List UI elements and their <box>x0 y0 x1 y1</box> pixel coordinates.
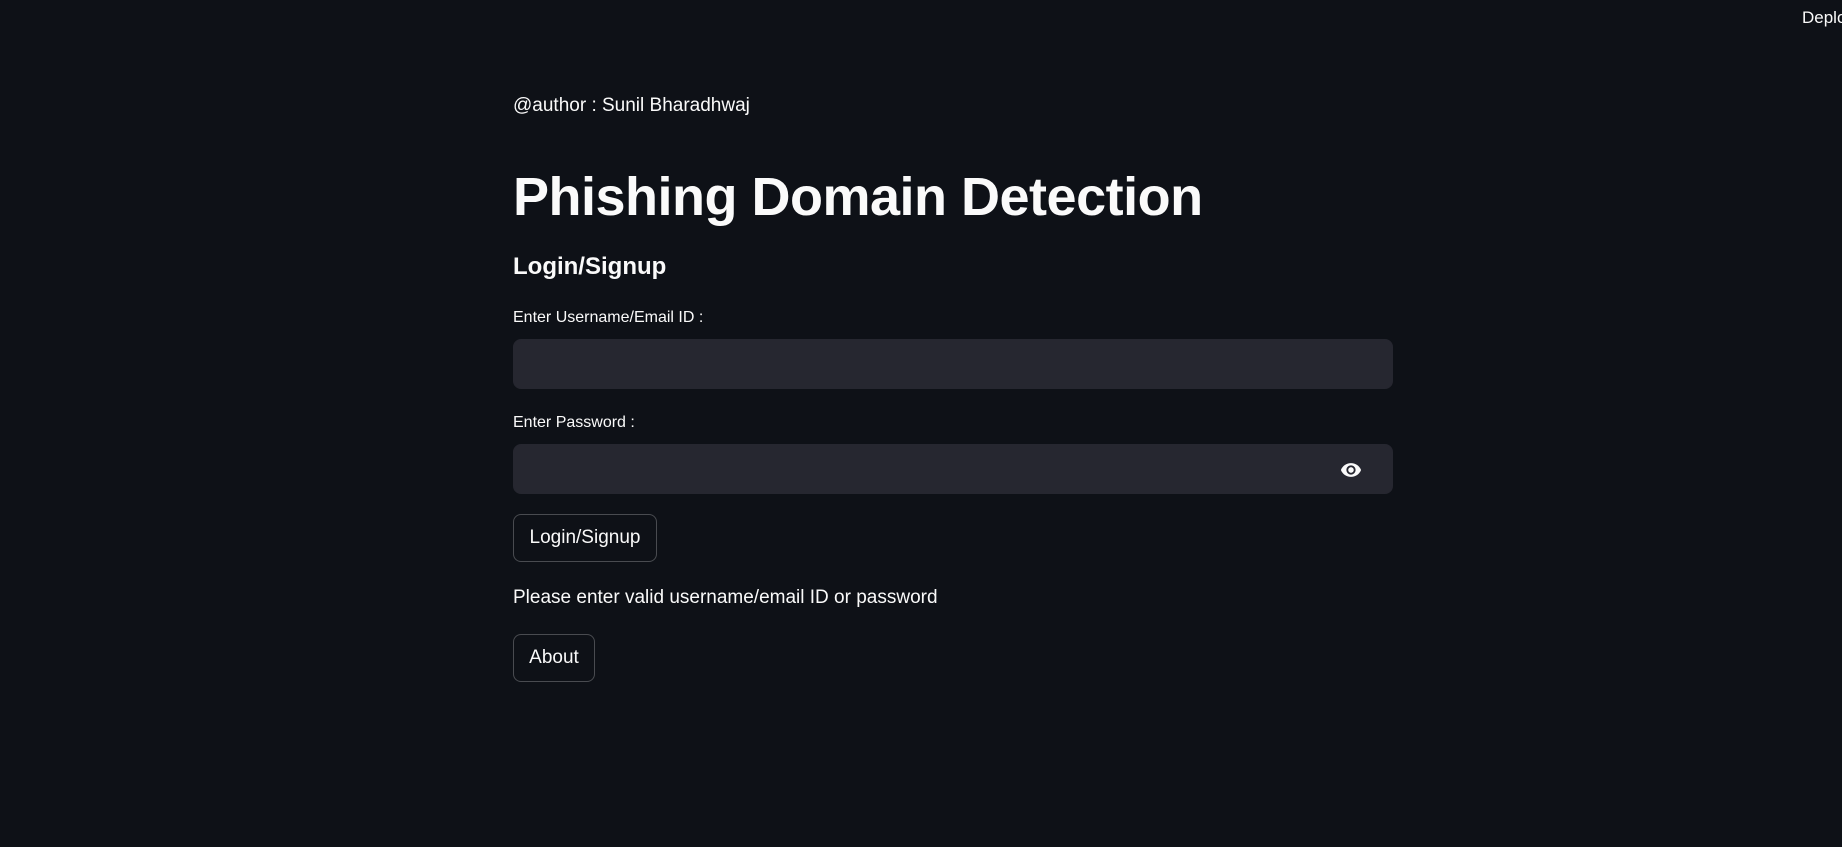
username-label: Enter Username/Email ID : <box>513 309 704 326</box>
login-signup-button[interactable]: Login/Signup <box>513 514 657 562</box>
validation-message: Please enter valid username/email ID or … <box>513 587 938 608</box>
password-label: Enter Password : <box>513 414 635 431</box>
eye-icon[interactable] <box>1338 459 1364 481</box>
username-input[interactable] <box>514 340 1392 388</box>
password-field-container <box>513 444 1393 494</box>
deploy-button[interactable]: Deplo <box>1802 8 1842 28</box>
username-field-container <box>513 339 1393 389</box>
about-button[interactable]: About <box>513 634 595 682</box>
page-title: Phishing Domain Detection <box>513 167 1203 227</box>
section-heading: Login/Signup <box>513 253 667 280</box>
author-text: @author : Sunil Bharadhwaj <box>513 95 750 116</box>
password-input[interactable] <box>514 445 1392 493</box>
